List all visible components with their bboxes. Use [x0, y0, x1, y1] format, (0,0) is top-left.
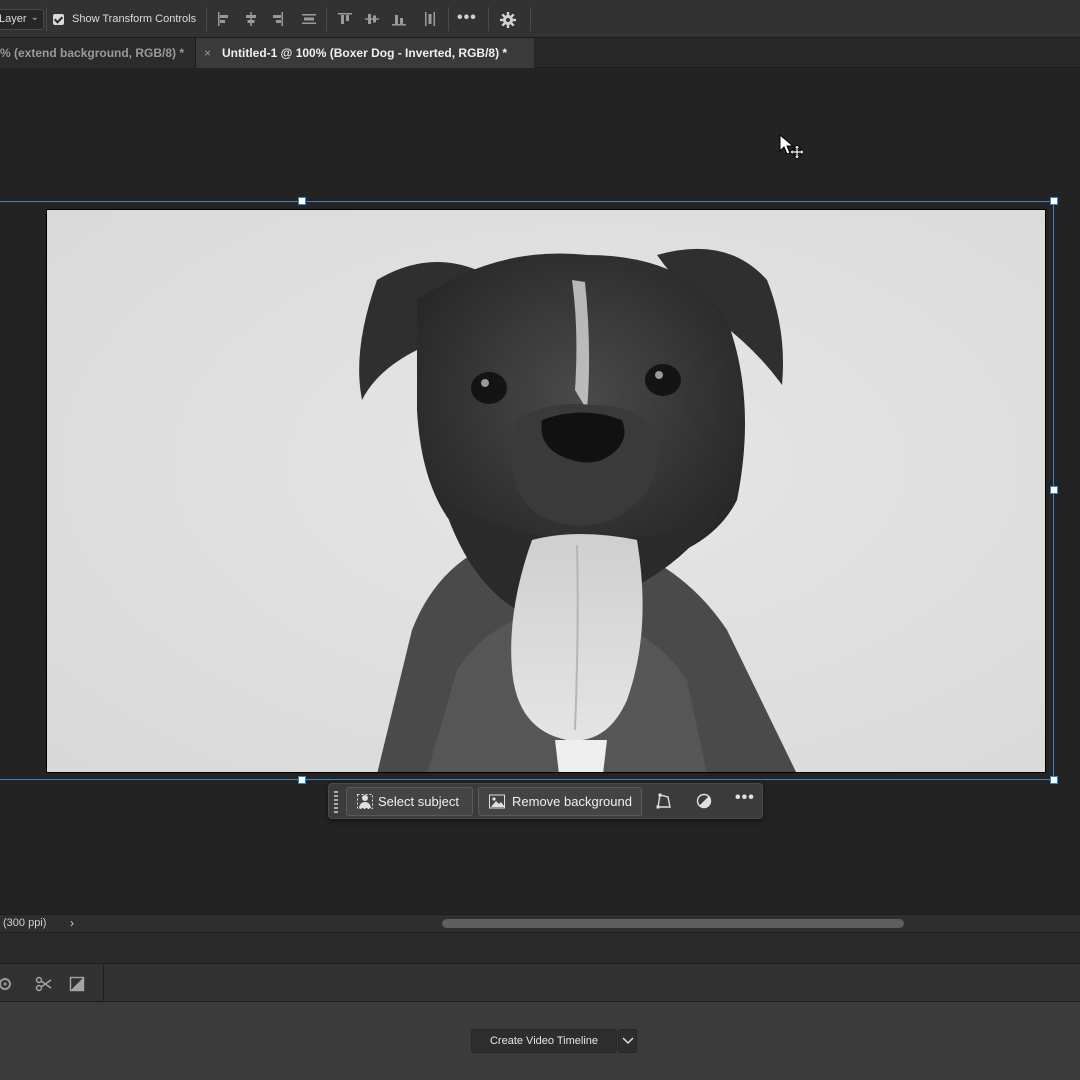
close-icon[interactable]: × [204, 46, 211, 60]
adjustment-icon[interactable] [695, 792, 713, 810]
transform-handle-top-right[interactable] [1050, 197, 1058, 205]
divider [448, 7, 449, 31]
move-cursor-icon [779, 133, 805, 160]
divider [206, 7, 207, 31]
align-horizontal-centers-icon[interactable] [242, 10, 260, 28]
divider [326, 7, 327, 31]
divider [103, 964, 104, 1003]
select-subject-label: Select subject [378, 794, 459, 809]
remove-background-label: Remove background [512, 794, 632, 809]
transform-handle-bottom-right[interactable] [1050, 776, 1058, 784]
remove-background-icon [489, 794, 505, 809]
remove-background-button[interactable]: Remove background [478, 787, 642, 816]
auto-select-target-dropdown[interactable]: Layer ⌄ [0, 9, 44, 30]
divider [530, 7, 531, 31]
transform-bounding-box[interactable] [0, 201, 1054, 780]
document-resolution: (300 ppi) [3, 917, 47, 929]
align-bottom-edges-icon[interactable] [390, 10, 408, 28]
horizontal-scrollbar[interactable] [442, 919, 904, 928]
transform-handle-bottom[interactable] [298, 776, 306, 784]
contextual-task-bar: Select subject Remove background ••• [328, 783, 763, 819]
timeline-type-dropdown[interactable] [618, 1029, 637, 1053]
align-top-edges-icon[interactable] [336, 10, 354, 28]
more-options-button[interactable]: ••• [735, 789, 755, 807]
divider [488, 7, 489, 31]
drag-handle[interactable] [334, 791, 338, 813]
scissors-icon[interactable] [35, 975, 53, 993]
align-right-edges-icon[interactable] [268, 10, 286, 28]
tab-label: Untitled-1 @ 100% (Boxer Dog - Inverted,… [222, 46, 508, 60]
transform-icon[interactable] [655, 792, 673, 810]
options-bar: Layer ⌄ Show Transform Controls ••• [0, 0, 1080, 38]
create-video-timeline-button[interactable]: Create Video Timeline [471, 1029, 617, 1053]
chevron-down-icon: ⌄ [30, 12, 39, 23]
tab-extend-background[interactable]: % (extend background, RGB/8) * [0, 38, 196, 68]
canvas-area[interactable]: Select subject Remove background ••• [0, 69, 1080, 914]
transform-handle-right[interactable] [1050, 486, 1058, 494]
tab-label: % (extend background, RGB/8) * [0, 46, 185, 60]
select-subject-button[interactable]: Select subject [346, 787, 473, 816]
auto-select-target-value: Layer [0, 13, 27, 25]
gear-icon[interactable] [499, 11, 517, 29]
align-left-edges-icon[interactable] [215, 10, 233, 28]
tab-untitled-1[interactable]: × Untitled-1 @ 100% (Boxer Dog - Inverte… [196, 38, 534, 68]
timeline-panel: Create Video Timeline [0, 1002, 1080, 1080]
chevron-down-icon [622, 1037, 634, 1045]
show-transform-controls-checkbox[interactable] [53, 14, 64, 25]
panel-header [0, 932, 1080, 963]
show-transform-controls-label: Show Transform Controls [72, 13, 197, 25]
document-tabs: % (extend background, RGB/8) * × Untitle… [0, 38, 1080, 68]
align-vertical-centers-icon[interactable] [363, 10, 381, 28]
divider [46, 7, 47, 31]
status-menu-arrow[interactable]: › [70, 916, 74, 930]
timeline-toolbar [0, 963, 1080, 1003]
status-bar: (300 ppi) › [0, 914, 1080, 932]
more-options-button[interactable]: ••• [457, 9, 477, 27]
select-subject-icon [357, 794, 373, 809]
transition-icon[interactable] [68, 975, 86, 993]
gear-icon[interactable] [0, 975, 14, 993]
transform-handle-top[interactable] [298, 197, 306, 205]
distribute-horizontally-icon[interactable] [300, 10, 318, 28]
distribute-vertically-icon[interactable] [421, 10, 439, 28]
